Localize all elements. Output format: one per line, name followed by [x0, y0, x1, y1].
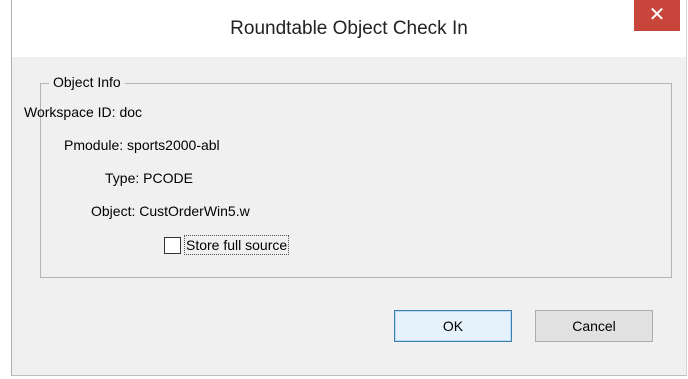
store-full-source-checkbox[interactable] [164, 236, 181, 254]
object-value: CustOrderWin5.w [139, 203, 250, 219]
workspace-id-value: doc [119, 104, 143, 120]
ok-button[interactable]: OK [394, 310, 512, 342]
title-bar: Roundtable Object Check In ✕ [12, 0, 686, 57]
object-label: Object: [91, 203, 136, 219]
workspace-id-row: Workspace ID: doc [24, 104, 142, 120]
close-button[interactable]: ✕ [634, 0, 680, 31]
store-full-source-label[interactable]: Store full source [184, 235, 290, 255]
close-icon: ✕ [648, 4, 666, 26]
pmodule-row: Pmodule: sports2000-abl [64, 137, 220, 153]
type-label: Type: [105, 170, 140, 186]
type-value: PCODE [143, 170, 193, 186]
cancel-button[interactable]: Cancel [535, 310, 653, 342]
pmodule-label: Pmodule: [64, 137, 124, 153]
object-info-legend: Object Info [49, 74, 125, 90]
check-in-dialog: Roundtable Object Check In ✕ Object Info… [11, 0, 687, 376]
store-full-source-option[interactable]: Store full source [164, 234, 290, 256]
object-row: Object: CustOrderWin5.w [91, 203, 250, 219]
type-row: Type: PCODE [105, 170, 193, 186]
workspace-id-label: Workspace ID: [24, 104, 116, 120]
dialog-title: Roundtable Object Check In [230, 18, 468, 39]
pmodule-value: sports2000-abl [127, 137, 220, 153]
